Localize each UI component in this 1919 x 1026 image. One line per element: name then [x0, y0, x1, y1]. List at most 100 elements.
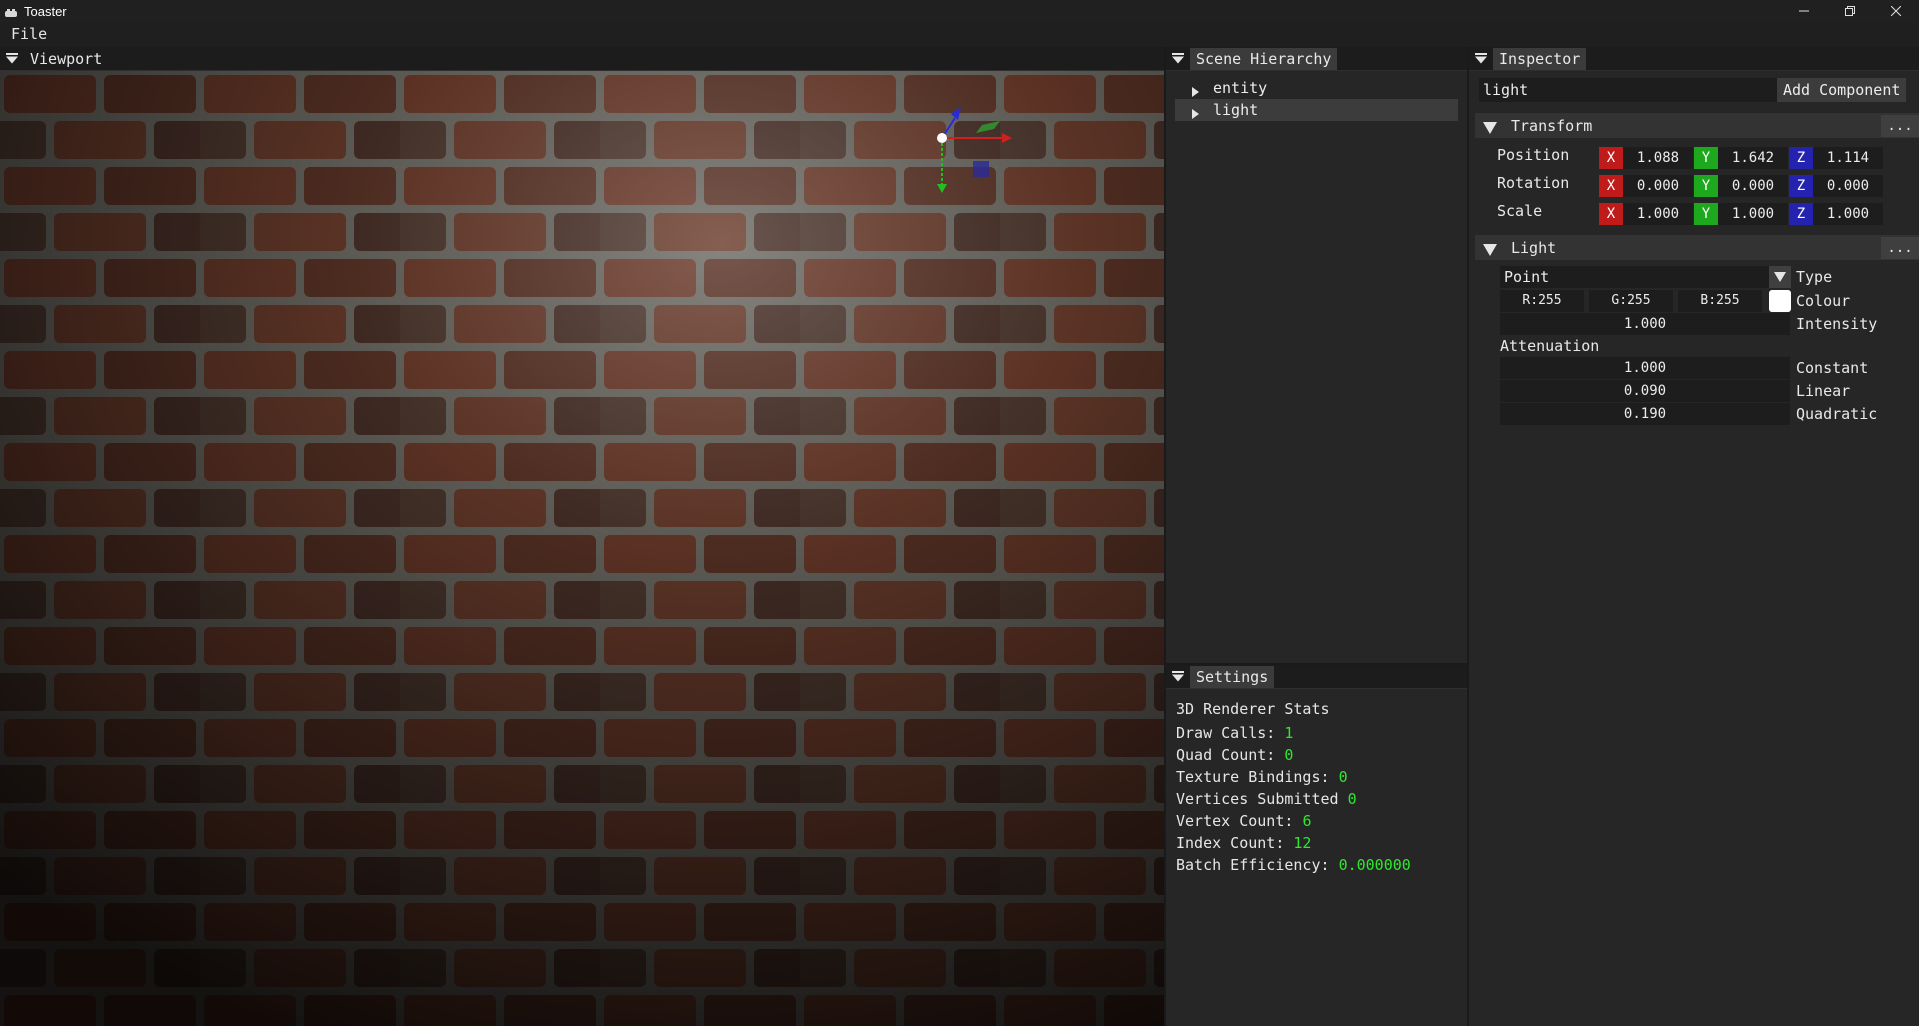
- collapse-triangle-icon: [1172, 671, 1184, 682]
- toaster-app-icon: [4, 6, 18, 17]
- scale-y-field[interactable]: 1.000: [1718, 203, 1788, 225]
- stat-vertex-count: Vertex Count: 6: [1176, 810, 1457, 832]
- light-options-button[interactable]: ...: [1881, 237, 1919, 259]
- quadratic-field[interactable]: 0.190: [1500, 403, 1790, 425]
- stat-texture-bindings: Texture Bindings: 0: [1176, 766, 1457, 788]
- stat-label: Index Count:: [1176, 834, 1285, 852]
- scale-z-axis: Z: [1789, 203, 1813, 225]
- light-type-dropdown-button[interactable]: [1769, 266, 1791, 288]
- dropdown-arrow-icon: [1774, 272, 1786, 282]
- inspector-tabbar: Inspector: [1469, 47, 1919, 71]
- position-y-axis: Y: [1694, 147, 1718, 169]
- panel-menu-toggle[interactable]: [1166, 47, 1190, 71]
- rotation-x-axis: X: [1599, 175, 1623, 197]
- stat-value: 1: [1284, 724, 1294, 742]
- viewport-tabbar: Viewport: [0, 47, 1164, 71]
- minimize-button[interactable]: [1781, 0, 1827, 22]
- position-z-field[interactable]: 1.114: [1813, 147, 1883, 169]
- rotation-z-axis: Z: [1789, 175, 1813, 197]
- tab-inspector[interactable]: Inspector: [1493, 47, 1587, 70]
- position-label: Position: [1497, 146, 1570, 164]
- stat-value: 0: [1338, 768, 1348, 786]
- viewport-canvas[interactable]: [0, 71, 1164, 1026]
- stat-quad-count: Quad Count: 0: [1176, 744, 1457, 766]
- stat-value: 0: [1347, 790, 1357, 808]
- stat-label: Vertex Count:: [1176, 812, 1294, 830]
- rotation-x-field[interactable]: 0.000: [1623, 175, 1693, 197]
- menu-bar: File: [0, 22, 1919, 47]
- quadratic-label: Quadratic: [1796, 405, 1878, 423]
- stat-label: Batch Efficiency:: [1176, 856, 1330, 874]
- expand-arrow-icon[interactable]: [1191, 83, 1201, 97]
- rotation-z-field[interactable]: 0.000: [1813, 175, 1883, 197]
- transform-header[interactable]: Transform ...: [1475, 113, 1919, 138]
- linear-label: Linear: [1796, 382, 1851, 400]
- collapse-arrow-icon[interactable]: [1483, 242, 1497, 256]
- scale-label: Scale: [1497, 202, 1543, 220]
- collapse-triangle-icon: [1172, 53, 1184, 64]
- expand-arrow-icon[interactable]: [1191, 105, 1201, 119]
- constant-field[interactable]: 1.000: [1500, 357, 1790, 379]
- settings-tabbar: Settings: [1166, 665, 1467, 689]
- tab-scene-hierarchy[interactable]: Scene Hierarchy: [1190, 47, 1338, 70]
- rotation-label: Rotation: [1497, 174, 1570, 192]
- add-component-button[interactable]: Add Component: [1777, 78, 1907, 102]
- panel-menu-toggle[interactable]: [1166, 665, 1190, 689]
- tree-item-label: light: [1213, 101, 1259, 119]
- renderer-stats: 3D Renderer Stats Draw Calls: 1 Quad Cou…: [1166, 689, 1467, 885]
- position-z-axis: Z: [1789, 147, 1813, 169]
- type-label: Type: [1796, 268, 1833, 286]
- stats-heading: 3D Renderer Stats: [1176, 700, 1330, 718]
- viewport-panel: Viewport: [0, 47, 1164, 1026]
- scale-x-field[interactable]: 1.000: [1623, 203, 1693, 225]
- window-title: Toaster: [24, 3, 67, 19]
- transform-options-button[interactable]: ...: [1881, 115, 1919, 137]
- entity-name-input[interactable]: [1479, 78, 1779, 102]
- position-y-field[interactable]: 1.642: [1718, 147, 1788, 169]
- hierarchy-tree: entity light: [1166, 71, 1467, 121]
- brick-wall-render: [0, 71, 1164, 1026]
- intensity-field[interactable]: 1.000: [1500, 313, 1790, 335]
- colour-swatch[interactable]: [1769, 290, 1791, 312]
- inspector-panel: Inspector Add Component Transform ... Po…: [1469, 47, 1919, 1026]
- stat-value: 0.000000: [1338, 856, 1411, 874]
- close-button[interactable]: [1873, 0, 1919, 22]
- collapse-triangle-icon: [6, 53, 18, 64]
- stat-batch-efficiency: Batch Efficiency: 0.000000: [1176, 854, 1457, 876]
- constant-label: Constant: [1796, 359, 1869, 377]
- light-type-select[interactable]: Point: [1500, 266, 1769, 288]
- collapse-arrow-icon[interactable]: [1483, 120, 1497, 134]
- scale-z-field[interactable]: 1.000: [1813, 203, 1883, 225]
- stat-value: 0: [1284, 746, 1294, 764]
- colour-r-field[interactable]: R:255: [1500, 290, 1584, 312]
- rotation-y-field[interactable]: 0.000: [1718, 175, 1788, 197]
- collapse-triangle-icon: [1475, 53, 1487, 64]
- colour-label: Colour: [1796, 292, 1851, 310]
- stat-value: 6: [1302, 812, 1312, 830]
- stat-index-count: Index Count: 12: [1176, 832, 1457, 854]
- tab-viewport[interactable]: Viewport: [24, 48, 108, 70]
- light-header[interactable]: Light ...: [1475, 235, 1919, 260]
- tree-item-entity[interactable]: entity: [1175, 77, 1458, 99]
- stat-label: Texture Bindings:: [1176, 768, 1330, 786]
- tab-settings[interactable]: Settings: [1190, 665, 1275, 688]
- scale-x-axis: X: [1599, 203, 1623, 225]
- transform-title: Transform: [1511, 116, 1593, 135]
- attenuation-label: Attenuation: [1500, 337, 1600, 355]
- panel-menu-toggle[interactable]: [1469, 47, 1493, 71]
- title-bar: Toaster: [0, 0, 1919, 22]
- position-x-axis: X: [1599, 147, 1623, 169]
- stat-label: Draw Calls:: [1176, 724, 1276, 742]
- colour-b-field[interactable]: B:255: [1678, 290, 1762, 312]
- maximize-button[interactable]: [1827, 0, 1873, 22]
- intensity-label: Intensity: [1796, 315, 1878, 333]
- position-x-field[interactable]: 1.088: [1623, 147, 1693, 169]
- stat-label: Quad Count:: [1176, 746, 1276, 764]
- tree-item-light[interactable]: light: [1175, 99, 1458, 121]
- menu-file[interactable]: File: [0, 22, 58, 47]
- panel-menu-toggle[interactable]: [0, 47, 24, 71]
- linear-field[interactable]: 0.090: [1500, 380, 1790, 402]
- close-icon: [1891, 6, 1901, 16]
- colour-g-field[interactable]: G:255: [1589, 290, 1673, 312]
- stat-vertices-submitted: Vertices Submitted 0: [1176, 788, 1457, 810]
